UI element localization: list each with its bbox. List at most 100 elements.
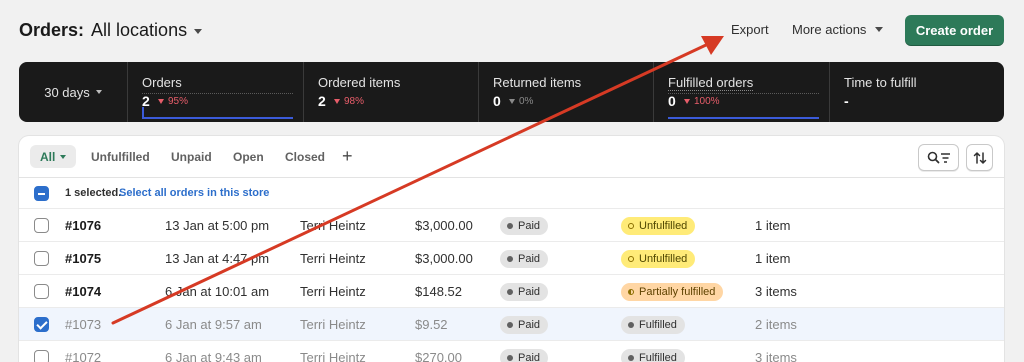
status-dot-icon bbox=[628, 322, 634, 328]
order-total: $3,000.00 bbox=[415, 218, 473, 233]
export-button[interactable]: Export bbox=[731, 22, 769, 37]
table-row[interactable]: #1074 6 Jan at 10:01 am Terri Heintz $14… bbox=[19, 274, 1004, 307]
fulfillment-status-badge: Fulfilled bbox=[621, 349, 685, 362]
sparkline-line bbox=[668, 117, 819, 119]
fulfillment-status-label: Fulfilled bbox=[639, 319, 677, 331]
tab-open[interactable]: Open bbox=[223, 145, 274, 168]
down-arrow-icon bbox=[334, 99, 340, 104]
row-checkbox[interactable] bbox=[34, 317, 49, 332]
stat-value: 2 bbox=[142, 93, 150, 109]
analytics-bar: 30 days Orders 2 95% Ordered items 2 98%… bbox=[19, 62, 1004, 122]
fulfillment-status-label: Fulfilled bbox=[639, 352, 677, 362]
select-all-orders-link[interactable]: Select all orders in this store bbox=[119, 187, 269, 199]
status-dot-icon bbox=[507, 289, 513, 295]
flat-arrow-icon bbox=[509, 99, 515, 104]
stat-delta: 95% bbox=[158, 96, 188, 107]
orders-table-card: All Unfulfilled Unpaid Open Closed + 1 s… bbox=[19, 136, 1004, 362]
tab-closed[interactable]: Closed bbox=[275, 145, 335, 168]
fulfillment-status-badge: Fulfilled bbox=[621, 316, 685, 334]
fulfillment-status-badge: Unfulfilled bbox=[621, 250, 696, 268]
selected-count: 1 selected. bbox=[65, 187, 122, 199]
stat-delta-text: 0% bbox=[519, 96, 534, 107]
customer-name: Terri Heintz bbox=[300, 317, 366, 332]
stat-delta-text: 100% bbox=[694, 96, 720, 107]
stat-delta: 98% bbox=[334, 96, 364, 107]
order-total: $9.52 bbox=[415, 317, 448, 332]
payment-status-badge: Paid bbox=[500, 217, 549, 235]
page-title-label: Orders: bbox=[19, 20, 85, 40]
down-arrow-icon bbox=[684, 99, 690, 104]
status-dot-icon bbox=[507, 355, 513, 361]
customer-name: Terri Heintz bbox=[300, 284, 366, 299]
order-number[interactable]: #1076 bbox=[65, 218, 101, 233]
fulfillment-status-badge: Partially fulfilled bbox=[621, 283, 724, 301]
create-order-button[interactable]: Create order bbox=[905, 15, 1004, 46]
item-count[interactable]: 3 items bbox=[755, 350, 797, 362]
stat-orders[interactable]: Orders 2 95% bbox=[127, 62, 303, 122]
stat-value: 0 bbox=[493, 93, 501, 109]
tab-unpaid[interactable]: Unpaid bbox=[161, 145, 222, 168]
order-total: $3,000.00 bbox=[415, 251, 473, 266]
payment-status-label: Paid bbox=[518, 220, 541, 232]
tab-all[interactable]: All bbox=[30, 145, 77, 168]
order-date: 13 Jan at 5:00 pm bbox=[165, 218, 270, 233]
stat-delta-text: 98% bbox=[344, 96, 365, 107]
down-arrow-icon bbox=[158, 99, 164, 104]
payment-status-label: Paid bbox=[518, 286, 541, 298]
order-number[interactable]: #1073 bbox=[65, 317, 101, 332]
date-range-selector[interactable]: 30 days bbox=[19, 62, 127, 122]
order-number[interactable]: #1072 bbox=[65, 350, 101, 362]
row-checkbox[interactable] bbox=[34, 251, 49, 266]
customer-name: Terri Heintz bbox=[300, 218, 366, 233]
payment-status-badge: Paid bbox=[500, 283, 549, 301]
chevron-down-icon bbox=[60, 154, 67, 159]
item-count[interactable]: 3 items bbox=[755, 284, 797, 299]
order-date: 13 Jan at 4:47 pm bbox=[165, 251, 270, 266]
order-total: $148.52 bbox=[415, 284, 462, 299]
more-actions-button[interactable]: More actions bbox=[792, 22, 884, 37]
tab-label: All bbox=[40, 149, 56, 164]
select-all-checkbox[interactable] bbox=[34, 186, 49, 201]
stat-value: - bbox=[844, 93, 849, 109]
page-title[interactable]: Orders: All locations bbox=[19, 20, 203, 41]
stat-label: Ordered items bbox=[318, 75, 401, 90]
table-row[interactable]: #1073 6 Jan at 9:57 am Terri Heintz $9.5… bbox=[19, 307, 1004, 340]
item-count[interactable]: 1 item bbox=[755, 251, 790, 266]
item-count[interactable]: 2 items bbox=[755, 317, 797, 332]
row-checkbox[interactable] bbox=[34, 218, 49, 233]
stat-delta-text: 95% bbox=[168, 96, 189, 107]
stat-fulfilled-orders[interactable]: Fulfilled orders 0 100% bbox=[653, 62, 829, 122]
chevron-down-icon[interactable] bbox=[194, 29, 203, 34]
stat-returned-items[interactable]: Returned items 0 0% bbox=[478, 62, 653, 122]
tab-unfulfilled[interactable]: Unfulfilled bbox=[81, 145, 160, 168]
table-row[interactable]: #1072 6 Jan at 9:43 am Terri Heintz $270… bbox=[19, 340, 1004, 362]
order-number[interactable]: #1074 bbox=[65, 284, 101, 299]
table-row[interactable]: #1076 13 Jan at 5:00 pm Terri Heintz $3,… bbox=[19, 208, 1004, 241]
item-count[interactable]: 1 item bbox=[755, 218, 790, 233]
stat-ordered-items[interactable]: Ordered items 2 98% bbox=[303, 62, 478, 122]
search-filter-icon bbox=[927, 151, 950, 163]
location-selector[interactable]: All locations bbox=[91, 20, 187, 41]
row-checkbox[interactable] bbox=[34, 284, 49, 299]
order-date: 6 Jan at 10:01 am bbox=[165, 284, 270, 299]
payment-status-label: Paid bbox=[518, 253, 541, 265]
stat-time-to-fulfill[interactable]: Time to fulfill - bbox=[829, 62, 1004, 122]
fulfillment-status-label: Unfulfilled bbox=[639, 220, 688, 232]
date-range-label: 30 days bbox=[44, 84, 90, 100]
row-checkbox[interactable] bbox=[34, 350, 49, 362]
customer-name: Terri Heintz bbox=[300, 350, 366, 362]
status-dot-icon bbox=[628, 256, 634, 262]
add-view-icon[interactable]: + bbox=[342, 146, 353, 167]
stat-label: Orders bbox=[142, 75, 182, 90]
customer-name: Terri Heintz bbox=[300, 251, 366, 266]
table-row[interactable]: #1075 13 Jan at 4:47 pm Terri Heintz $3,… bbox=[19, 241, 1004, 274]
status-dot-icon bbox=[507, 223, 513, 229]
page-header: Orders: All locations Export More action… bbox=[0, 0, 1024, 62]
chevron-down-icon bbox=[95, 90, 102, 94]
status-dot-icon bbox=[507, 322, 513, 328]
order-date: 6 Jan at 9:57 am bbox=[165, 317, 262, 332]
search-filter-button[interactable] bbox=[918, 144, 959, 171]
more-actions-label: More actions bbox=[792, 22, 867, 37]
order-number[interactable]: #1075 bbox=[65, 251, 101, 266]
sort-button[interactable] bbox=[966, 144, 993, 171]
